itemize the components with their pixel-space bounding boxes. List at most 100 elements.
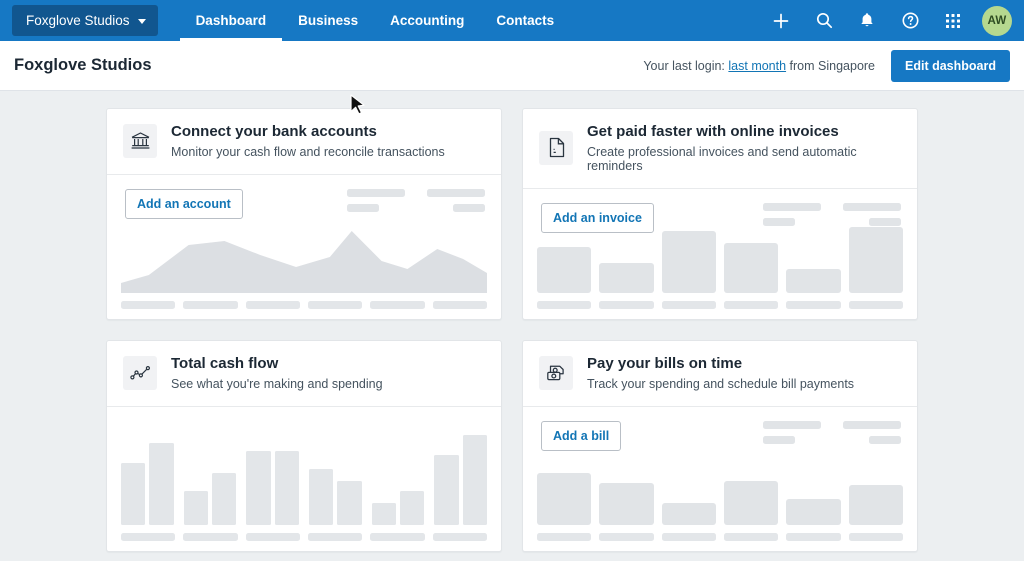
- page-subheader: Foxglove Studios Your last login: last m…: [0, 41, 1024, 91]
- skeleton-bar: [347, 203, 379, 212]
- help-icon[interactable]: [890, 0, 930, 41]
- nav-actions: AW: [761, 0, 1024, 41]
- skeleton-column-left: [763, 420, 821, 444]
- skeleton-bar: [843, 202, 901, 211]
- bar-placeholder: [371, 503, 396, 525]
- skeleton-legend: [763, 420, 901, 444]
- skeleton-bar: [843, 420, 901, 429]
- axis-bar: [661, 301, 716, 309]
- skeleton-column-right: [843, 420, 901, 444]
- skeleton-bar: [763, 420, 821, 429]
- card-subtitle: Create professional invoices and send au…: [587, 144, 857, 173]
- bar-chart-placeholders: [537, 219, 903, 293]
- subheader-actions: Your last login: last month from Singapo…: [643, 49, 1010, 82]
- card-header-text: Total cash flow See what you're making a…: [171, 355, 383, 391]
- card-title: Pay your bills on time: [587, 355, 743, 372]
- bar-placeholder: [723, 481, 779, 525]
- axis-bar: [370, 301, 425, 309]
- bar-placeholder: [246, 451, 271, 525]
- bank-icon: [123, 123, 157, 158]
- card-total-cash-flow: Total cash flow See what you're making a…: [106, 340, 502, 552]
- axis-bar: [848, 301, 903, 309]
- avatar-initials: AW: [987, 14, 1007, 27]
- bar-placeholder: [537, 247, 592, 293]
- card-body: Add an invoice: [523, 189, 917, 319]
- bar-chart-placeholders: [537, 451, 903, 525]
- axis-bar: [661, 533, 716, 541]
- card-title: Connect your bank accounts: [171, 123, 377, 140]
- axis-label-placeholders: [121, 533, 487, 541]
- last-login-suffix: from Singapore: [789, 58, 876, 73]
- axis-bar: [183, 301, 238, 309]
- page-title: Foxglove Studios: [14, 56, 152, 74]
- tab-accounting-label: Accounting: [390, 13, 465, 28]
- add-an-account-button[interactable]: Add an account: [125, 188, 243, 219]
- bar-placeholder: [848, 485, 903, 525]
- bell-icon[interactable]: [847, 0, 887, 41]
- axis-bar: [848, 533, 903, 541]
- plus-icon[interactable]: [761, 0, 801, 41]
- paired-bar-chart-placeholders: [121, 427, 488, 525]
- tab-business[interactable]: Business: [282, 0, 374, 41]
- bar-placeholder: [848, 227, 903, 293]
- axis-bar: [307, 533, 363, 541]
- bar-pair: [246, 427, 300, 525]
- axis-bar: [183, 533, 238, 541]
- card-online-invoices: Get paid faster with online invoices Cre…: [522, 108, 918, 320]
- axis-bar: [786, 533, 841, 541]
- bar-placeholder: [599, 263, 654, 293]
- axis-label-placeholders: [537, 301, 903, 309]
- axis-bar: [245, 533, 300, 541]
- last-login-link[interactable]: last month: [728, 59, 786, 73]
- tab-contacts[interactable]: Contacts: [480, 0, 570, 41]
- card-connect-bank-accounts: Connect your bank accounts Monitor your …: [106, 108, 502, 320]
- bar-placeholder: [400, 491, 425, 525]
- card-body: Add an account: [107, 175, 501, 319]
- apps-grid-icon[interactable]: [933, 0, 973, 41]
- avatar[interactable]: AW: [982, 5, 1012, 36]
- skeleton-bar: [427, 188, 485, 197]
- tab-dashboard-label: Dashboard: [195, 13, 267, 28]
- org-switcher-dropdown[interactable]: Foxglove Studios: [12, 5, 158, 36]
- skeleton-bar: [763, 435, 795, 444]
- axis-bar: [599, 301, 654, 309]
- skeleton-bar: [869, 435, 901, 444]
- bar-placeholder: [121, 463, 146, 525]
- axis-bar: [599, 533, 654, 541]
- skeleton-bar: [347, 188, 405, 197]
- card-header: Pay your bills on time Track your spendi…: [523, 341, 917, 407]
- tab-accounting[interactable]: Accounting: [374, 0, 480, 41]
- bar-pair: [183, 427, 237, 525]
- axis-bar: [723, 533, 779, 541]
- card-body: Add a bill: [523, 407, 917, 551]
- invoice-document-icon: [539, 130, 573, 165]
- skeleton-column-left: [347, 188, 405, 212]
- bar-placeholder: [183, 491, 208, 525]
- bar-pair: [121, 427, 174, 525]
- axis-bar: [307, 301, 363, 309]
- dashboard-main: Connect your bank accounts Monitor your …: [0, 91, 1024, 561]
- bar-placeholder: [599, 483, 654, 525]
- dashboard-card-grid: Connect your bank accounts Monitor your …: [106, 108, 918, 552]
- axis-label-placeholders: [537, 533, 903, 541]
- bar-placeholder: [274, 451, 300, 525]
- tab-contacts-label: Contacts: [496, 13, 555, 28]
- bar-pair: [309, 427, 362, 525]
- main-nav-tabs: Dashboard Business Accounting Contacts: [179, 0, 571, 41]
- tab-dashboard[interactable]: Dashboard: [179, 0, 283, 41]
- axis-bar: [370, 533, 425, 541]
- tab-business-label: Business: [298, 13, 359, 28]
- search-icon[interactable]: [804, 0, 844, 41]
- card-header-text: Connect your bank accounts Monitor your …: [171, 123, 445, 159]
- bar-placeholder: [212, 473, 237, 525]
- axis-bar: [432, 533, 487, 541]
- card-header: Connect your bank accounts Monitor your …: [107, 109, 501, 175]
- area-chart-placeholder: [121, 221, 487, 293]
- add-a-bill-button[interactable]: Add a bill: [541, 420, 622, 451]
- bar-placeholder: [149, 443, 174, 525]
- edit-dashboard-button[interactable]: Edit dashboard: [891, 49, 1010, 82]
- card-header-text: Pay your bills on time Track your spendi…: [587, 355, 854, 391]
- card-title: Total cash flow: [171, 355, 279, 372]
- last-login-note: Your last login: last month from Singapo…: [643, 59, 875, 73]
- bar-placeholder: [661, 503, 716, 525]
